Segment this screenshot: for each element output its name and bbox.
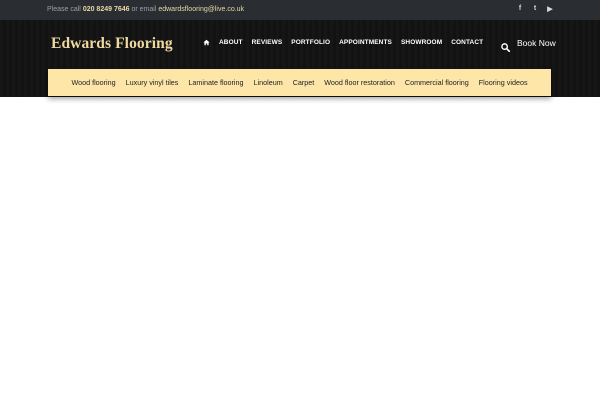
category-linoleum[interactable]: Linoleum — [254, 78, 283, 87]
nav-about[interactable]: ABOUT — [219, 39, 243, 46]
category-luxury-vinyl-tiles[interactable]: Luxury vinyl tiles — [126, 78, 179, 87]
category-menu: Wood flooring Luxury vinyl tiles Laminat… — [48, 69, 551, 96]
book-now-button[interactable]: Book Now — [517, 38, 556, 48]
call-prefix: Please call — [47, 6, 81, 13]
phone-number[interactable]: 020 8249 7646 — [83, 6, 130, 13]
search-icon[interactable] — [501, 39, 511, 53]
category-commercial-flooring[interactable]: Commercial flooring — [405, 78, 469, 87]
social-links: f t ▶ — [517, 5, 553, 13]
main-nav: ABOUT REVIEWS PORTFOLIO APPOINTMENTS SHO… — [203, 39, 483, 46]
nav-reviews[interactable]: REVIEWS — [252, 39, 283, 46]
category-flooring-videos[interactable]: Flooring videos — [479, 78, 528, 87]
twitter-icon[interactable]: t — [532, 5, 538, 13]
facebook-icon[interactable]: f — [517, 5, 523, 13]
email-link[interactable]: edwardsflooring@live.co.uk — [158, 6, 244, 13]
contact-info: Please call 020 8249 7646 or email edwar… — [47, 6, 244, 13]
category-laminate-flooring[interactable]: Laminate flooring — [188, 78, 243, 87]
category-wood-floor-restoration[interactable]: Wood floor restoration — [324, 78, 395, 87]
nav-contact[interactable]: CONTACT — [451, 39, 483, 46]
nav-appointments[interactable]: APPOINTMENTS — [339, 39, 392, 46]
youtube-icon[interactable]: ▶ — [547, 5, 553, 13]
email-prefix: or email — [131, 6, 157, 13]
nav-showroom[interactable]: SHOWROOM — [401, 39, 442, 46]
top-bar: Please call 020 8249 7646 or email edwar… — [0, 0, 600, 20]
category-wood-flooring[interactable]: Wood flooring — [71, 78, 115, 87]
category-carpet[interactable]: Carpet — [293, 78, 315, 87]
site-logo[interactable]: Edwards Flooring — [51, 35, 173, 53]
nav-portfolio[interactable]: PORTFOLIO — [291, 39, 330, 46]
home-icon[interactable] — [203, 39, 210, 46]
